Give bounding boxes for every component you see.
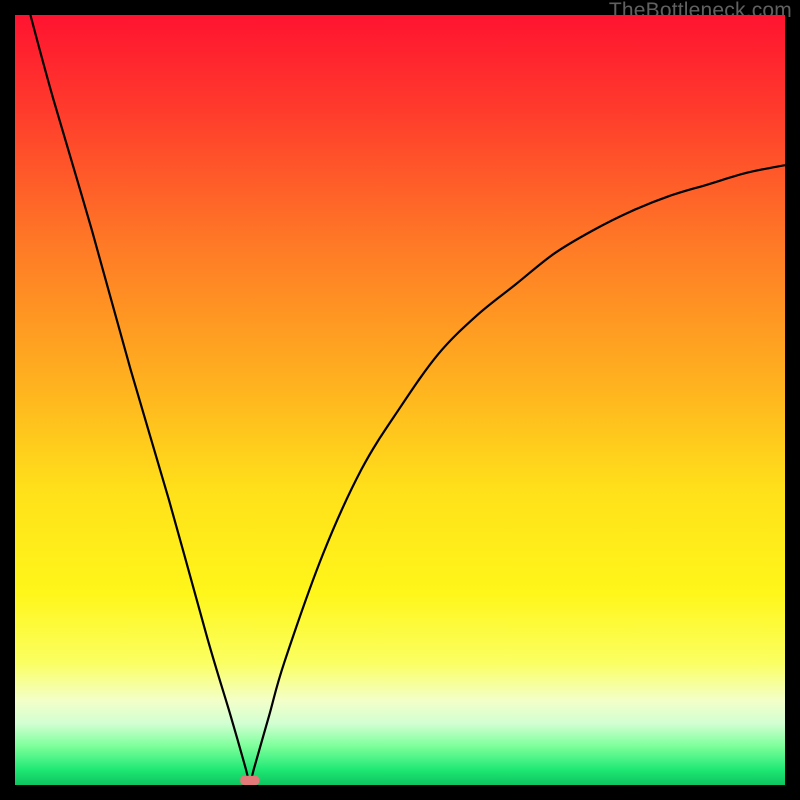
optimum-marker <box>240 776 259 785</box>
plot-area <box>15 15 785 785</box>
gradient-bg <box>15 15 785 785</box>
chart-svg <box>15 15 785 785</box>
chart-canvas: TheBottleneck.com <box>0 0 800 800</box>
